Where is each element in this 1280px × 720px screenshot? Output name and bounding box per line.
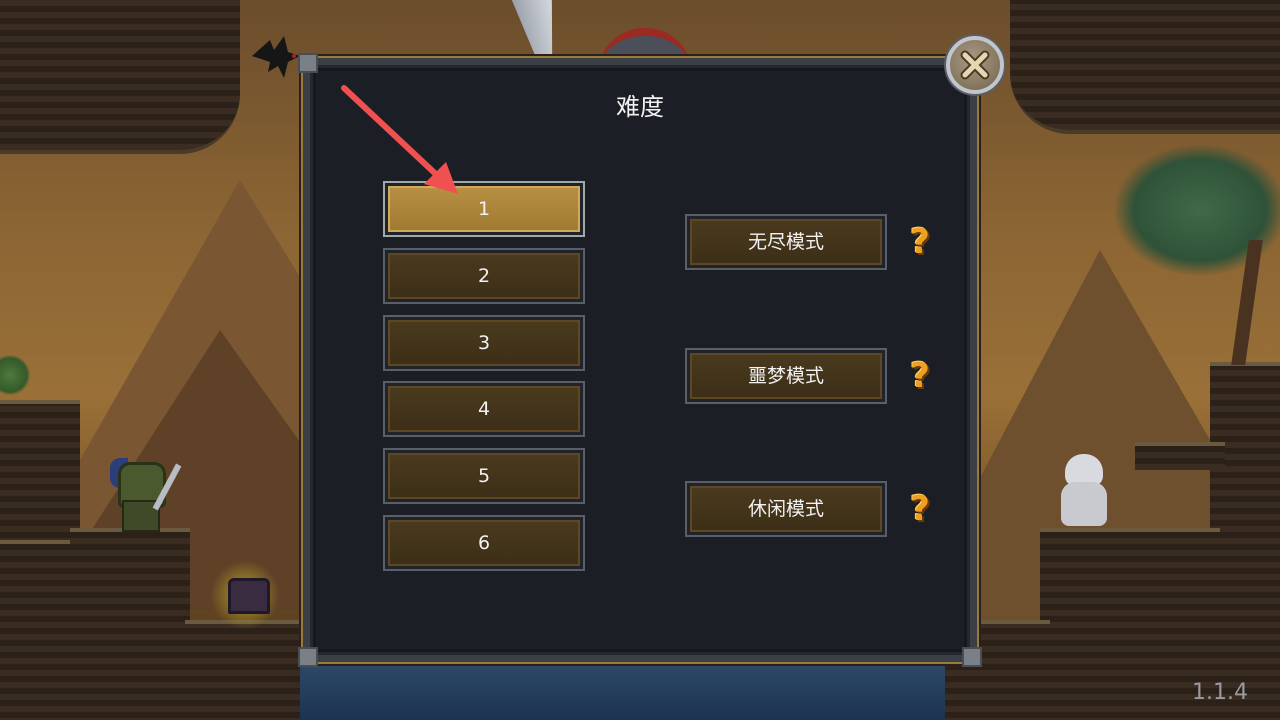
rock-overhang: [0, 0, 240, 154]
rock-ledge: [185, 620, 305, 720]
difficulty-level-1-button[interactable]: 1: [385, 183, 583, 235]
close-button[interactable]: [946, 36, 1004, 94]
version-label: 1.1.4: [1192, 680, 1248, 705]
difficulty-level-3-button[interactable]: 3: [385, 317, 583, 369]
rock-ledge: [1210, 362, 1280, 720]
rock-ledge: [0, 400, 80, 544]
nightmare-mode-help-icon[interactable]: ?: [905, 356, 935, 396]
casual-mode-help-icon[interactable]: ?: [905, 489, 935, 529]
difficulty-level-4-button[interactable]: 4: [385, 383, 583, 435]
frame-corner: [298, 53, 318, 73]
difficulty-level-2-button[interactable]: 2: [385, 250, 583, 302]
casual-mode-button[interactable]: 休闲模式: [687, 483, 885, 535]
rock-ledge: [70, 528, 190, 720]
water: [300, 660, 945, 720]
rock-overhang: [1010, 0, 1280, 134]
frame-corner: [298, 647, 318, 667]
nightmare-mode-button[interactable]: 噩梦模式: [687, 350, 885, 402]
yeti-torso: [1061, 482, 1107, 526]
endless-mode-help-icon[interactable]: ?: [905, 222, 935, 262]
endless-mode-button[interactable]: 无尽模式: [687, 216, 885, 268]
player-knight: [108, 458, 188, 532]
dialog-title: 难度: [616, 93, 664, 121]
treasure-chest: [210, 560, 280, 630]
frame-corner: [962, 647, 982, 667]
yeti-enemy: [1055, 452, 1115, 528]
bush: [0, 355, 30, 395]
giant-sword: [512, 0, 564, 58]
difficulty-level-5-button[interactable]: 5: [385, 450, 583, 502]
rock-ledge: [1135, 442, 1225, 470]
chest-box: [228, 578, 270, 614]
rock-ledge: [0, 540, 80, 720]
close-icon: [960, 50, 990, 80]
difficulty-level-6-button[interactable]: 6: [385, 517, 583, 569]
